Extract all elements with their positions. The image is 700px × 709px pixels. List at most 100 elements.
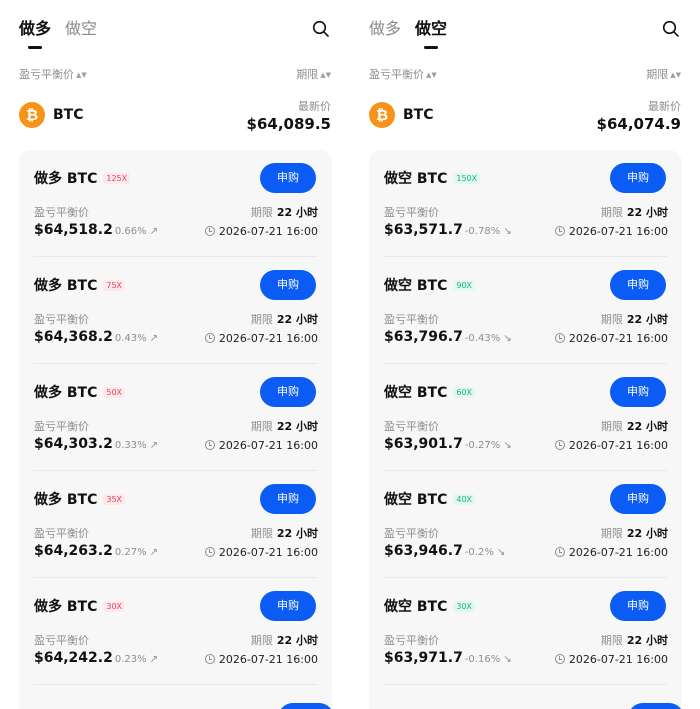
bitcoin-icon: ₿ [369, 102, 395, 128]
sort-term[interactable]: 期限 ▲▼ [296, 66, 331, 82]
leverage-badge: 75X [103, 280, 126, 291]
term-value: 22 小时 [626, 313, 668, 326]
term-label: 期限 [600, 313, 623, 326]
list-item[interactable]: 做空 BTC 150X 申购 盈亏平衡价 $63,571.7 -0.78% ↘ 期限 22 小… [383, 150, 668, 257]
asset-name: BTC [53, 107, 84, 123]
latest-price: $64,089.5 [246, 115, 331, 133]
leverage-badge: 90X [453, 280, 476, 291]
search-icon[interactable] [662, 20, 680, 38]
buy-button[interactable]: 申购 [260, 270, 316, 300]
sort-term-label: 期限 [646, 68, 669, 81]
tab-short[interactable]: 做空 [415, 18, 447, 40]
expiry: 2026-07-21 16:00 [204, 225, 318, 238]
expiry: 2026-07-21 16:00 [204, 332, 318, 345]
product-name: 做空 BTC [384, 385, 448, 401]
product-name: 做多 BTC [34, 492, 98, 508]
clock-icon [554, 440, 565, 450]
product-title: 做多 BTC 50X [34, 382, 126, 402]
list-item[interactable]: 做多 BTC 75X 申购 盈亏平衡价 $64,368.2 0.43% ↗ 期限 22 小时 2… [33, 257, 318, 364]
breakeven-price: $64,263.2 [34, 543, 113, 559]
leverage-badge: 40X [453, 494, 476, 505]
buy-button[interactable]: 申购 [610, 377, 666, 407]
expiry-time: 2026-07-21 16:00 [218, 225, 318, 238]
list-item[interactable]: 做空 BTC 60X 申购 盈亏平衡价 $63,901.7 -0.27% ↘ 期限 22 小时… [383, 364, 668, 471]
expiry-time: 2026-07-21 16:00 [218, 546, 318, 559]
term-label: 期限 [250, 527, 273, 540]
search-icon[interactable] [312, 20, 330, 38]
sort-breakeven[interactable]: 盈亏平衡价 ▲▼ [19, 66, 87, 82]
sort-arrows-icon: ▲▼ [76, 71, 87, 79]
breakeven-value: $64,242.2 0.23% ↗ [34, 650, 158, 666]
buy-button[interactable]: 申购 [610, 484, 666, 514]
buy-button-partial[interactable] [628, 703, 684, 709]
breakeven-change: 0.33% ↗ [114, 440, 159, 451]
list-item[interactable]: 做空 BTC 40X 申购 盈亏平衡价 $63,946.7 -0.2% ↘ 期限 22 小时 2… [383, 471, 668, 578]
buy-button-partial[interactable] [278, 703, 334, 709]
sort-breakeven[interactable]: 盈亏平衡价 ▲▼ [369, 66, 437, 82]
term: 期限 22 小时 [251, 632, 318, 648]
term: 期限 22 小时 [601, 204, 668, 220]
breakeven-price: $63,901.7 [384, 436, 463, 452]
tab-long[interactable]: 做多 [369, 18, 401, 40]
breakeven-change: -0.2% ↘ [464, 547, 506, 558]
term-value: 22 小时 [276, 634, 318, 647]
list-item[interactable]: 做空 BTC 30X 申购 盈亏平衡价 $63,971.7 -0.16% ↘ 期限 22 小时… [383, 578, 668, 685]
expiry-time: 2026-07-21 16:00 [218, 439, 318, 452]
expiry-time: 2026-07-21 16:00 [218, 653, 318, 666]
breakeven-price: $64,303.2 [34, 436, 113, 452]
breakeven-change: 0.23% ↗ [114, 654, 159, 665]
product-name: 做多 BTC [34, 385, 98, 401]
list-item[interactable]: 做多 BTC 35X 申购 盈亏平衡价 $64,263.2 0.27% ↗ 期限 22 小时 2… [33, 471, 318, 578]
term-label: 期限 [600, 527, 623, 540]
list-item[interactable]: 做空 BTC 90X 申购 盈亏平衡价 $63,796.7 -0.43% ↘ 期限 22 小时… [383, 257, 668, 364]
product-name: 做空 BTC [384, 278, 448, 294]
term-value: 22 小时 [626, 527, 668, 540]
breakeven-value: $63,971.7 -0.16% ↘ [384, 650, 512, 666]
product-name: 做多 BTC [34, 599, 98, 615]
breakeven-value: $63,901.7 -0.27% ↘ [384, 436, 512, 452]
buy-button[interactable]: 申购 [260, 484, 316, 514]
term: 期限 22 小时 [601, 311, 668, 327]
term-value: 22 小时 [626, 206, 668, 219]
buy-button[interactable]: 申购 [610, 591, 666, 621]
expiry: 2026-07-21 16:00 [204, 439, 318, 452]
term-label: 期限 [250, 206, 273, 219]
list-item[interactable]: 做多 BTC 30X 申购 盈亏平衡价 $64,242.2 0.23% ↗ 期限 22 小时 2… [33, 578, 318, 685]
buy-button[interactable]: 申购 [260, 377, 316, 407]
sort-breakeven-label: 盈亏平衡价 [19, 68, 74, 81]
term-label: 期限 [600, 420, 623, 433]
breakeven-change: 0.43% ↗ [114, 333, 159, 344]
buy-button[interactable]: 申购 [610, 163, 666, 193]
breakeven-price: $64,368.2 [34, 329, 113, 345]
buy-button[interactable]: 申购 [260, 591, 316, 621]
product-title: 做空 BTC 60X [384, 382, 476, 402]
sort-term[interactable]: 期限 ▲▼ [646, 66, 681, 82]
latest-price-label: 最新价 [298, 100, 331, 113]
tab-short[interactable]: 做空 [65, 18, 97, 40]
buy-button[interactable]: 申购 [610, 270, 666, 300]
breakeven-price: $64,242.2 [34, 650, 113, 666]
tab-long[interactable]: 做多 [19, 18, 51, 40]
leverage-badge: 30X [453, 601, 476, 612]
breakeven-label: 盈亏平衡价 [384, 527, 439, 540]
short-panel: 做多 做空 盈亏平衡价 ▲▼ 期限 ▲▼ ₿ BTC 最新价 $64,074.9 做… [350, 0, 700, 709]
product-name: 做多 BTC [34, 278, 98, 294]
leverage-badge: 50X [103, 387, 126, 398]
term-value: 22 小时 [626, 634, 668, 647]
list-item[interactable]: 做多 BTC 125X 申购 盈亏平衡价 $64,518.2 0.66% ↗ 期限 22 小时… [33, 150, 318, 257]
buy-button[interactable]: 申购 [260, 163, 316, 193]
leverage-badge: 150X [453, 173, 481, 184]
breakeven-price: $63,571.7 [384, 222, 463, 238]
product-list: 做多 BTC 125X 申购 盈亏平衡价 $64,518.2 0.66% ↗ 期限 22 小时… [19, 150, 332, 709]
clock-icon [204, 654, 215, 664]
list-item[interactable]: 做多 BTC 50X 申购 盈亏平衡价 $64,303.2 0.33% ↗ 期限 22 小时 2… [33, 364, 318, 471]
breakeven-label: 盈亏平衡价 [384, 634, 439, 647]
product-title: 做空 BTC 90X [384, 275, 476, 295]
clock-icon [554, 654, 565, 664]
expiry: 2026-07-21 16:00 [554, 439, 668, 452]
breakeven-label: 盈亏平衡价 [34, 313, 89, 326]
product-title: 做多 BTC 35X [34, 489, 126, 509]
leverage-badge: 125X [103, 173, 131, 184]
sort-breakeven-label: 盈亏平衡价 [369, 68, 424, 81]
latest-price: $64,074.9 [596, 115, 681, 133]
